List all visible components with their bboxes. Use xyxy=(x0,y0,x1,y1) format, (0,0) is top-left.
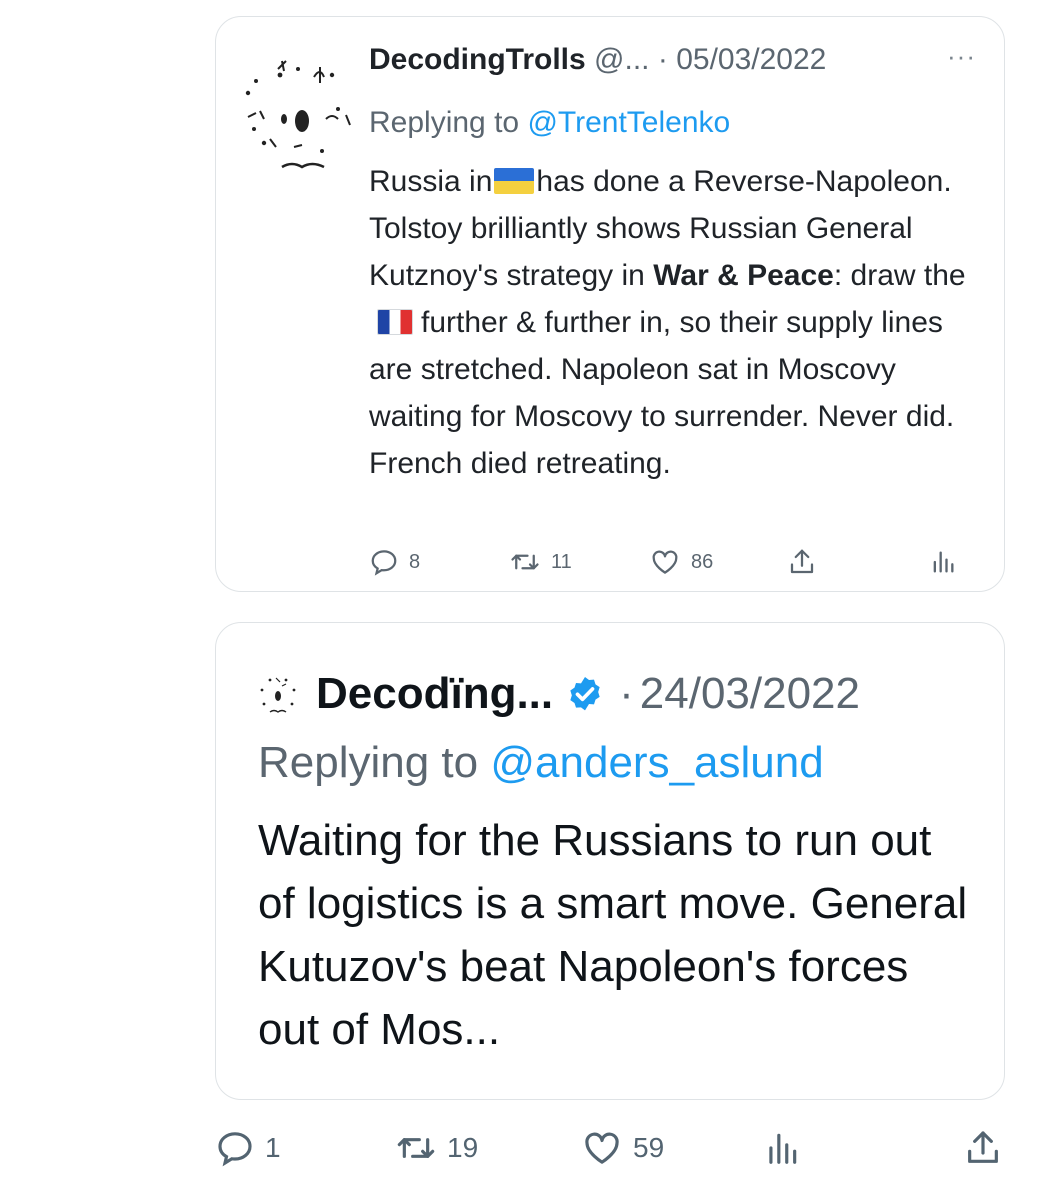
separator: · xyxy=(619,669,634,718)
tweet-date[interactable]: 24/03/2022 xyxy=(640,669,860,719)
tweet-text-bold: War & Peace xyxy=(653,259,834,292)
reply-button[interactable]: 1 xyxy=(215,1128,281,1168)
verified-badge-icon xyxy=(570,677,600,711)
reply-handle-link[interactable]: @anders_aslund xyxy=(490,738,823,787)
analytics-icon xyxy=(769,1133,797,1164)
like-count: 86 xyxy=(691,550,714,573)
like-count: 59 xyxy=(633,1132,665,1163)
tweet-text: Russia in has done a Reverse-Napoleon. To… xyxy=(369,158,989,487)
reply-prefix: Replying to xyxy=(258,738,479,787)
reply-count: 8 xyxy=(409,550,421,573)
reply-icon xyxy=(371,550,397,576)
quoted-tweet-2[interactable]: Decodïng... · 24/03/2022 Replying to @an… xyxy=(215,622,1005,1100)
like-button[interactable]: 59 xyxy=(581,1128,664,1168)
tweet-header: Decodïng... · 24/03/2022 xyxy=(256,663,984,725)
reply-button[interactable]: 8 xyxy=(369,547,420,577)
tweet-date[interactable]: 05/03/2022 xyxy=(676,43,826,76)
avatar[interactable] xyxy=(234,39,354,179)
reply-count: 1 xyxy=(265,1132,281,1163)
like-button[interactable]: 86 xyxy=(649,547,713,577)
retweet-icon xyxy=(397,1138,435,1158)
separator: · xyxy=(657,43,668,76)
reply-icon xyxy=(218,1132,252,1167)
tweet-text-part: : draw the xyxy=(833,259,966,292)
quoted-tweet-1[interactable]: DecodingTrolls @... · 05/03/2022 ··· Rep… xyxy=(215,16,1005,592)
retweet-button[interactable]: 19 xyxy=(395,1128,478,1168)
retweet-count: 11 xyxy=(551,550,572,573)
tweet-text: Waiting for the Russians to run out of l… xyxy=(258,816,968,1054)
france-flag-emoji xyxy=(377,309,413,335)
tweet-text-part: Russia in xyxy=(369,165,493,198)
ukraine-flag-emoji xyxy=(494,168,535,194)
more-icon[interactable]: ··· xyxy=(947,37,976,75)
tweet-actions: 8 11 86 xyxy=(369,547,999,583)
analytics-button[interactable] xyxy=(763,1128,801,1168)
retweet-button[interactable]: 11 xyxy=(509,547,572,577)
analytics-button[interactable] xyxy=(929,547,957,577)
reply-context: Replying to @anders_aslund xyxy=(258,735,824,791)
reply-prefix: Replying to xyxy=(369,106,520,139)
author-name[interactable]: DecodingTrolls xyxy=(369,43,586,76)
share-icon xyxy=(968,1131,998,1163)
tweet-header: DecodingTrolls @... · 05/03/2022 ··· xyxy=(369,41,976,81)
like-icon xyxy=(585,1132,619,1164)
share-button[interactable] xyxy=(963,1128,1003,1168)
share-icon xyxy=(790,549,814,574)
retweet-count: 19 xyxy=(447,1132,479,1163)
author-handle[interactable]: @... xyxy=(594,43,649,76)
author-name[interactable]: Decodïng... xyxy=(316,669,553,719)
share-button[interactable] xyxy=(787,547,817,577)
tweet-text-part: further & further in, so their supply li… xyxy=(369,306,955,480)
retweet-icon xyxy=(511,554,539,570)
reply-handle-link[interactable]: @TrentTelenko xyxy=(527,106,730,139)
analytics-icon xyxy=(933,551,954,573)
avatar[interactable] xyxy=(256,672,300,716)
reply-context: Replying to @TrentTelenko xyxy=(369,103,730,143)
like-icon xyxy=(652,550,678,574)
main-tweet-actions: 1 19 59 xyxy=(215,1128,1005,1172)
